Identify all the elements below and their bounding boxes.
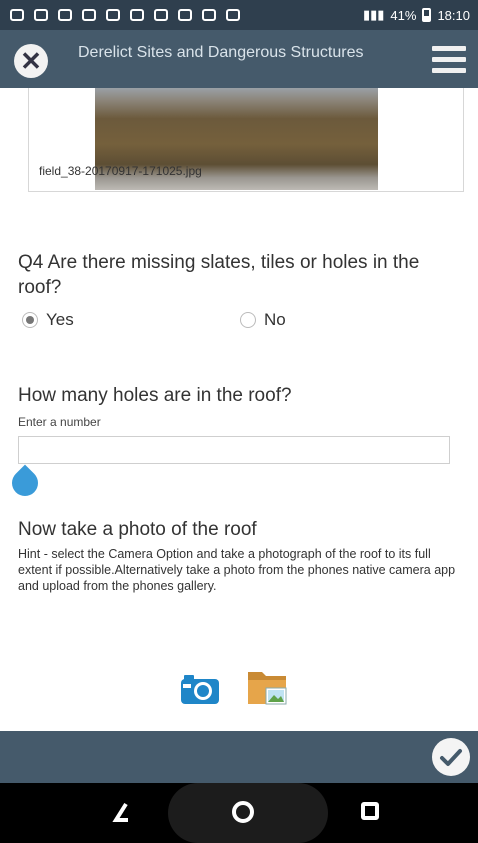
radio-button[interactable] [240, 312, 256, 328]
hamburger-line [432, 57, 466, 62]
email-icon [106, 9, 120, 21]
bottom-action-bar [0, 731, 478, 783]
page-title: Derelict Sites and Dangerous Structures [78, 44, 364, 61]
radio-option-no[interactable]: No [240, 310, 286, 330]
clock: 18:10 [437, 7, 470, 23]
radio-label-no: No [264, 310, 286, 329]
hamburger-menu-icon [432, 46, 466, 51]
radio-option-yes[interactable]: Yes [22, 310, 74, 330]
notification-icons [10, 9, 240, 21]
recents-icon[interactable] [361, 802, 379, 820]
field-hint: Enter a number [18, 415, 101, 429]
android-nav-bar [0, 783, 478, 843]
location-icon [202, 9, 216, 21]
battery-percent: 41% [390, 7, 417, 23]
signal-icon: ▮▮▮ [362, 7, 385, 22]
instagram-icon [34, 9, 48, 21]
submit-button[interactable] [432, 738, 470, 776]
photo-attachment[interactable]: field_38-20170917-171025.jpg [28, 88, 464, 192]
close-icon: ✕ [20, 46, 42, 76]
notification-icon [58, 9, 72, 21]
app-icon [178, 9, 192, 21]
hamburger-line [432, 68, 466, 73]
system-status: ▮▮▮ 41% 18:10 [363, 7, 470, 23]
text-cursor-handle[interactable] [6, 464, 44, 502]
linkedin-icon [154, 9, 168, 21]
checkmark-icon [440, 749, 462, 766]
camera-button[interactable] [180, 673, 220, 705]
question-holes: How many holes are in the roof? [18, 385, 292, 406]
mail-icon [82, 9, 96, 21]
alarm-icon [226, 9, 240, 21]
close-button[interactable]: ✕ [14, 44, 48, 78]
radio-label-yes: Yes [46, 310, 74, 329]
back-icon[interactable] [110, 801, 132, 823]
holes-number-input[interactable] [18, 436, 450, 464]
menu-button[interactable] [432, 46, 466, 74]
home-icon[interactable] [232, 801, 254, 823]
message-icon [10, 9, 24, 21]
camera-icon [181, 675, 219, 704]
gallery-button[interactable] [246, 666, 290, 708]
photo-filename: field_38-20170917-171025.jpg [39, 164, 202, 178]
photo-hint: Hint - select the Camera Option and take… [18, 547, 456, 593]
folder-image-icon [248, 672, 287, 705]
phone-icon [130, 9, 144, 21]
status-bar: ▮▮▮ 41% 18:10 [0, 0, 478, 30]
radio-button[interactable] [22, 312, 38, 328]
question-q4: Q4 Are there missing slates, tiles or ho… [18, 252, 420, 298]
question-roof-photo: Now take a photo of the roof [18, 519, 257, 540]
battery-icon [422, 8, 432, 22]
app-bar: ✕ Derelict Sites and Dangerous Structure… [0, 30, 478, 88]
